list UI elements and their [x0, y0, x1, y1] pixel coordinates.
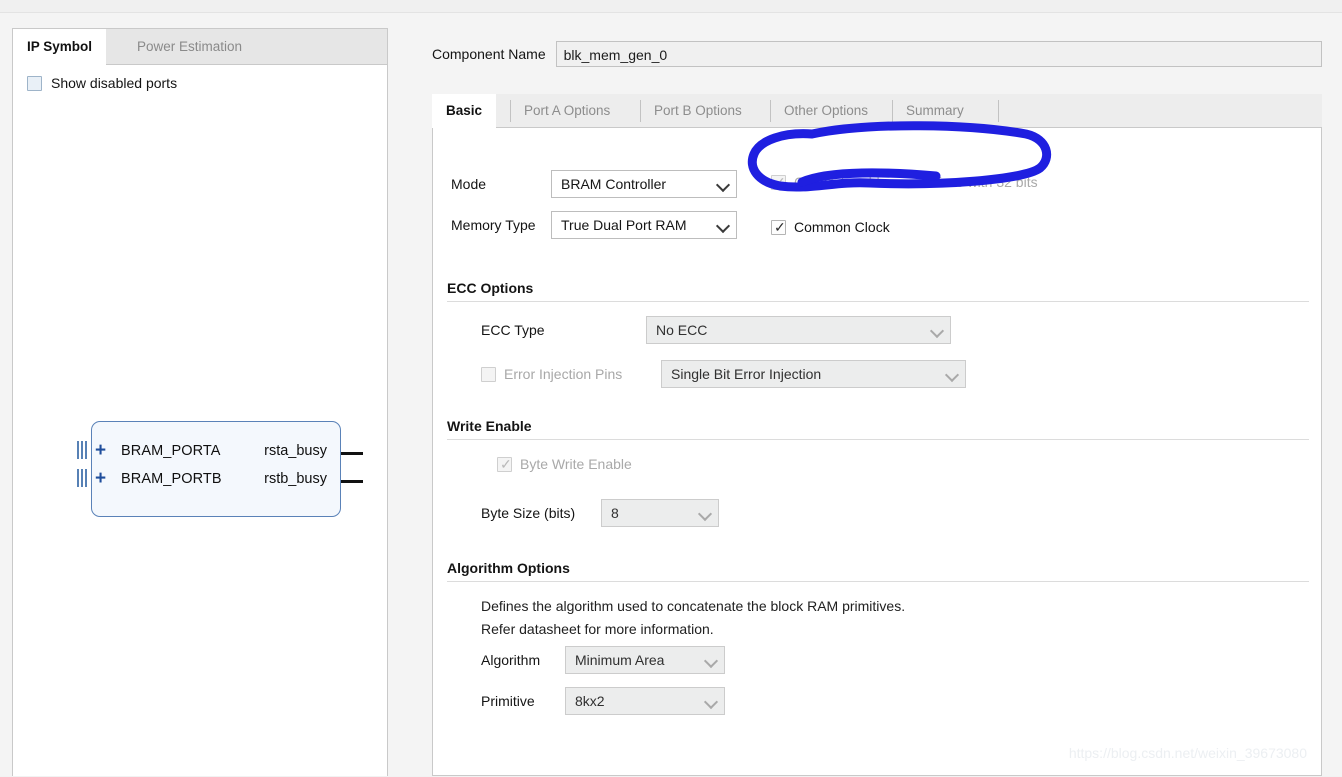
component-name-row: Component Name blk_mem_gen_0: [432, 40, 1322, 68]
tabstrip-end-separator: [998, 94, 999, 128]
ip-customize-dialog: IP Symbol Power Estimation Show disabled…: [0, 0, 1342, 776]
section-divider: [447, 581, 1309, 582]
ecc-type-dropdown[interactable]: No ECC: [646, 316, 951, 344]
byte-size-dropdown[interactable]: 8: [601, 499, 719, 527]
ecc-options-title: ECC Options: [447, 280, 534, 296]
port-label-bram-portb: BRAM_PORTB: [121, 471, 222, 487]
section-divider: [447, 439, 1309, 440]
generate-address-interface-checkbox: ✓: [771, 174, 786, 190]
generate-address-interface-label: Generate address interface with 32 bits: [794, 174, 1038, 190]
tab-separator: [892, 100, 893, 122]
output-wire-rstb-busy: [341, 480, 363, 483]
common-clock-label: Common Clock: [794, 219, 890, 235]
chevron-down-icon: [716, 177, 730, 191]
tab-port-b-options[interactable]: Port B Options: [640, 94, 756, 128]
algorithm-description-line1: Defines the algorithm used to concatenat…: [481, 598, 906, 614]
tab-port-a-options[interactable]: Port A Options: [510, 94, 624, 128]
output-wire-rsta-busy: [341, 452, 363, 455]
byte-size-label: Byte Size (bits): [481, 505, 576, 521]
ip-config-panel: Component Name blk_mem_gen_0 Basic Port …: [418, 28, 1330, 776]
tab-summary-label: Summary: [906, 103, 964, 118]
tab-summary[interactable]: Summary: [892, 94, 978, 128]
mode-value: BRAM Controller: [561, 176, 667, 192]
tab-port-b-options-label: Port B Options: [654, 103, 742, 118]
primitive-row: Primitive 8kx2: [481, 687, 725, 715]
mode-dropdown[interactable]: BRAM Controller: [551, 170, 737, 198]
watermark-text: https://blog.csdn.net/weixin_39673080: [1068, 745, 1307, 761]
tab-separator: [770, 100, 771, 122]
algorithm-row: Algorithm Minimum Area: [481, 646, 725, 674]
chevron-down-icon: [945, 367, 959, 381]
tab-separator: [510, 100, 511, 122]
bus-pin-icon-porta: [77, 441, 91, 459]
primitive-dropdown[interactable]: 8kx2: [565, 687, 725, 715]
ecc-type-label: ECC Type: [481, 322, 545, 338]
basic-tab-content: Mode BRAM Controller Memory Type True Du…: [432, 128, 1322, 776]
memory-type-value: True Dual Port RAM: [561, 217, 687, 233]
byte-size-value: 8: [611, 505, 619, 521]
generate-address-interface-row: ✓ Generate address interface with 32 bit…: [771, 174, 1038, 190]
expand-icon-portb[interactable]: +: [95, 469, 106, 488]
memory-type-label: Memory Type: [451, 217, 536, 233]
common-clock-checkbox[interactable]: ✓: [771, 219, 786, 235]
error-injection-pins-label: Error Injection Pins: [504, 366, 623, 382]
port-label-rsta-busy: rsta_busy: [264, 443, 327, 459]
mode-label: Mode: [451, 176, 487, 192]
chevron-down-icon: [930, 323, 944, 337]
byte-write-enable-checkbox: ✓: [497, 456, 512, 472]
error-injection-type-value: Single Bit Error Injection: [671, 366, 822, 382]
mode-row: Mode BRAM Controller: [451, 170, 737, 198]
error-injection-type-dropdown[interactable]: Single Bit Error Injection: [661, 360, 966, 388]
algorithm-value: Minimum Area: [575, 652, 665, 668]
write-enable-section: Write Enable: [447, 418, 1309, 440]
port-label-bram-porta: BRAM_PORTA: [121, 443, 221, 459]
error-injection-pins-row: Error Injection Pins Single Bit Error In…: [481, 360, 966, 388]
algorithm-description-line2: Refer datasheet for more information.: [481, 621, 714, 637]
common-clock-row[interactable]: ✓ Common Clock: [771, 219, 890, 235]
window-top-strip: [0, 0, 1342, 13]
ecc-options-section: ECC Options: [447, 280, 1309, 302]
write-enable-title: Write Enable: [447, 418, 532, 434]
expand-icon-porta[interactable]: +: [95, 441, 106, 460]
tab-separator: [998, 100, 999, 122]
section-divider: [447, 301, 1309, 302]
chevron-down-icon: [704, 653, 718, 667]
byte-write-enable-label: Byte Write Enable: [520, 456, 632, 472]
memory-type-row: Memory Type True Dual Port RAM: [451, 211, 737, 239]
algorithm-options-section: Algorithm Options: [447, 560, 1309, 582]
tab-basic-label: Basic: [446, 103, 483, 118]
ip-symbol-canvas: + BRAM_PORTA rsta_busy + BRAM_PORTB rstb…: [13, 29, 389, 777]
algorithm-label: Algorithm: [481, 652, 541, 668]
port-label-rstb-busy: rstb_busy: [264, 471, 327, 487]
component-name-input[interactable]: blk_mem_gen_0: [555, 41, 1322, 67]
algorithm-dropdown[interactable]: Minimum Area: [565, 646, 725, 674]
tab-port-a-options-label: Port A Options: [524, 103, 611, 118]
chevron-down-icon: [716, 218, 730, 232]
component-name-label: Component Name: [432, 46, 546, 62]
byte-write-enable-row: ✓ Byte Write Enable: [497, 456, 632, 472]
ip-symbol-panel: IP Symbol Power Estimation Show disabled…: [12, 28, 388, 776]
ip-symbol-block: [91, 421, 341, 517]
tab-separator: [640, 100, 641, 122]
tab-other-options[interactable]: Other Options: [770, 94, 882, 128]
error-injection-pins-checkbox: [481, 366, 496, 382]
tab-other-options-label: Other Options: [784, 103, 869, 118]
bus-pin-icon-portb: [77, 469, 91, 487]
config-tabstrip: Basic Port A Options Port B Options Othe…: [432, 94, 1322, 128]
ecc-type-row: ECC Type No ECC: [481, 316, 951, 344]
algorithm-options-title: Algorithm Options: [447, 560, 570, 576]
byte-size-row: Byte Size (bits) 8: [481, 499, 719, 527]
chevron-down-icon: [704, 694, 718, 708]
tab-basic[interactable]: Basic: [432, 94, 497, 128]
chevron-down-icon: [698, 506, 712, 520]
primitive-value: 8kx2: [575, 693, 605, 709]
memory-type-dropdown[interactable]: True Dual Port RAM: [551, 211, 737, 239]
primitive-label: Primitive: [481, 693, 535, 709]
ecc-type-value: No ECC: [656, 322, 708, 338]
